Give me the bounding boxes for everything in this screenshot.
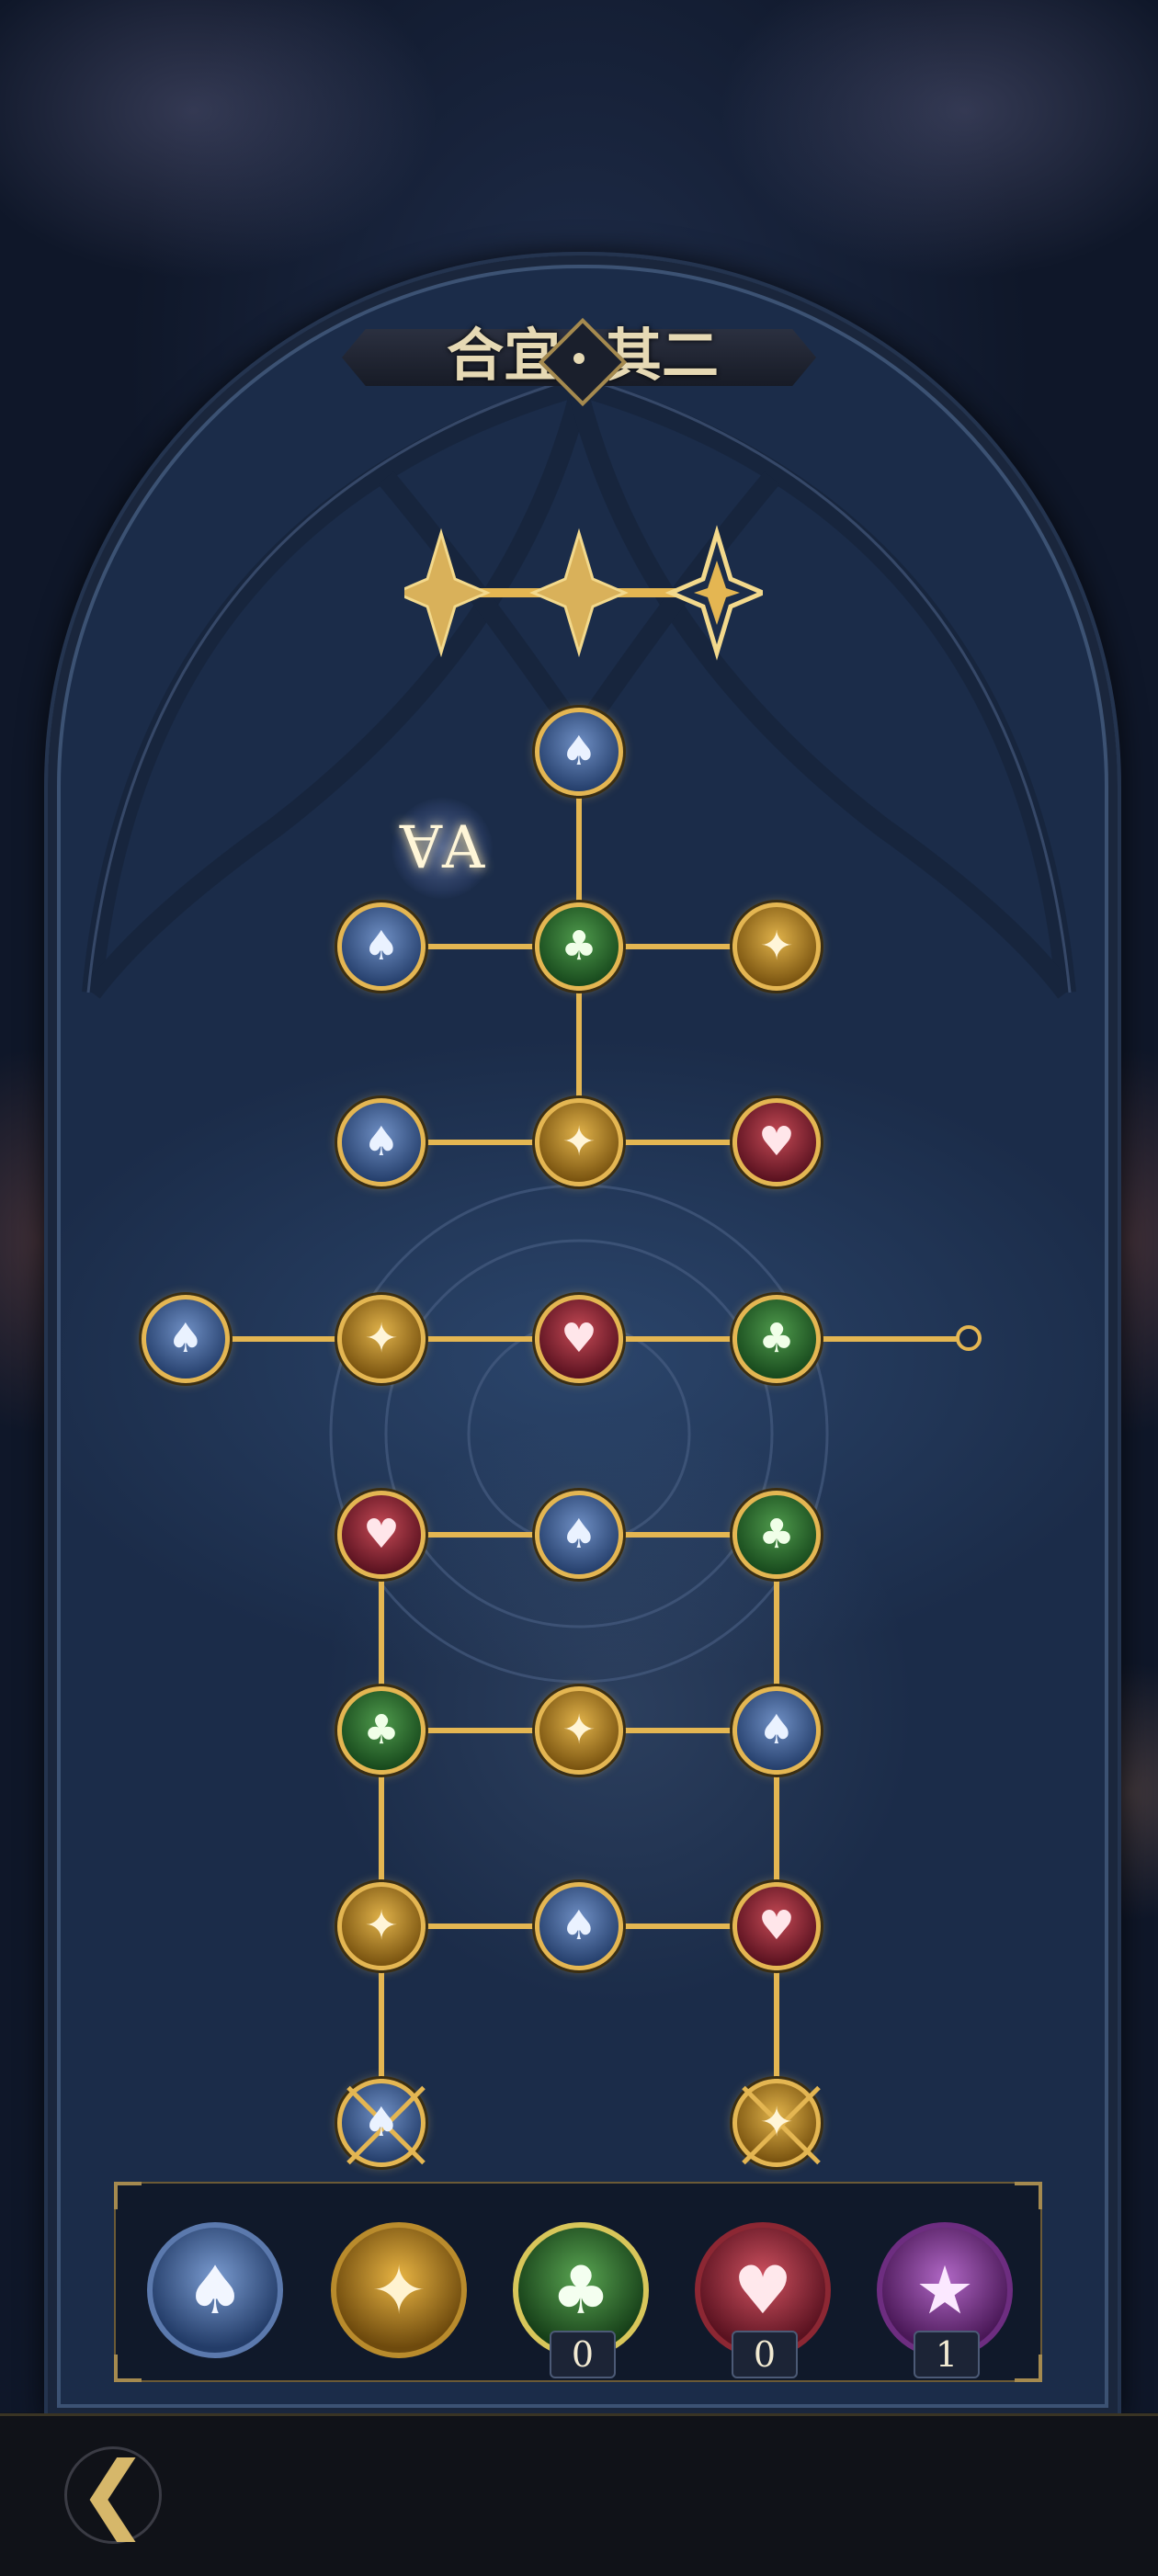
spade-icon: ♠: [561, 1902, 597, 1949]
heart-icon: ♥: [732, 2252, 793, 2329]
rune-icon[interactable]: ⱯA: [392, 798, 493, 899]
corner-ornament: [114, 2182, 142, 2209]
heart-icon: ♥: [561, 1315, 597, 1362]
diamond-icon: ✦: [364, 1902, 399, 1949]
skill-node-club[interactable]: ♣: [337, 1686, 426, 1775]
spade-icon: ♠: [363, 2099, 400, 2146]
club-icon: ♣: [363, 1707, 400, 1753]
skill-node-diamond[interactable]: ✦: [535, 1686, 623, 1775]
spade-icon: ♠: [167, 1315, 204, 1362]
club-icon: ♣: [758, 1315, 795, 1362]
diamond-icon: ✦: [364, 1315, 399, 1362]
club-icon: ♣: [561, 923, 597, 970]
skill-node-diamond[interactable]: ✦: [337, 1882, 426, 1970]
diamond-icon: ✦: [370, 2252, 427, 2329]
skill-node-spade[interactable]: ♠: [535, 708, 623, 796]
skill-node-heart[interactable]: ♥: [535, 1295, 623, 1383]
suit-count-star: 1: [914, 2331, 980, 2378]
skill-node-spade[interactable]: ♠: [142, 1295, 230, 1383]
skill-node-heart[interactable]: ♥: [732, 1882, 821, 1970]
spade-icon: ♠: [363, 923, 400, 970]
suit-count-heart: 0: [732, 2331, 798, 2378]
suit-token-diamond[interactable]: ✦: [331, 2222, 467, 2358]
skill-node-club[interactable]: ♣: [732, 1491, 821, 1579]
spade-icon: ♠: [363, 1118, 400, 1165]
heart-icon: ♥: [758, 1902, 795, 1949]
corner-ornament: [1015, 2182, 1042, 2209]
diamond-icon: ✦: [759, 923, 794, 970]
club-icon: ♣: [551, 2252, 611, 2329]
rune-glyph: ⱯA: [399, 814, 485, 882]
skill-node-spade[interactable]: ♠: [732, 1686, 821, 1775]
tree-endpoint: [956, 1325, 982, 1351]
skill-node-club[interactable]: ♣: [732, 1295, 821, 1383]
skill-node-diamond[interactable]: ✦: [732, 902, 821, 991]
back-arrow-icon: ❮: [77, 2443, 149, 2542]
star-icon: [404, 528, 491, 658]
star-outline-icon: [664, 525, 763, 661]
skill-node-diamond[interactable]: ✦: [732, 2079, 821, 2167]
suit-token-spade[interactable]: ♠: [147, 2222, 283, 2358]
skill-node-spade[interactable]: ♠: [535, 1491, 623, 1579]
heart-icon: ♥: [758, 1118, 795, 1165]
star-icon: [529, 528, 629, 658]
skill-node-heart[interactable]: ♥: [732, 1098, 821, 1186]
spade-icon: ♠: [561, 1511, 597, 1558]
suit-inventory-panel: ♠ ✦ ♣ 0 ♥ 0 ★ 1: [114, 2182, 1042, 2382]
title-emblem-dot: [573, 353, 585, 364]
bottom-bar: [0, 2413, 1158, 2576]
corner-ornament: [1015, 2355, 1042, 2382]
heart-icon: ♥: [363, 1511, 400, 1558]
skill-node-heart[interactable]: ♥: [337, 1491, 426, 1579]
star-icon: ★: [914, 2252, 975, 2329]
skill-node-spade[interactable]: ♠: [337, 1098, 426, 1186]
diamond-icon: ✦: [562, 1118, 596, 1165]
spade-icon: ♠: [185, 2252, 245, 2329]
skill-node-club[interactable]: ♣: [535, 902, 623, 991]
club-icon: ♣: [758, 1511, 795, 1558]
suit-count-club: 0: [550, 2331, 616, 2378]
skill-node-spade[interactable]: ♠: [337, 2079, 426, 2167]
spade-icon: ♠: [561, 728, 597, 775]
back-button[interactable]: ❮: [53, 2437, 173, 2548]
corner-ornament: [114, 2355, 142, 2382]
progress-stars: [404, 525, 763, 661]
skill-node-spade[interactable]: ♠: [535, 1882, 623, 1970]
diamond-icon: ✦: [562, 1707, 596, 1753]
spade-icon: ♠: [758, 1707, 795, 1753]
skill-node-diamond[interactable]: ✦: [337, 1295, 426, 1383]
diamond-icon: ✦: [759, 2099, 794, 2146]
skill-node-spade[interactable]: ♠: [337, 902, 426, 991]
skill-node-diamond[interactable]: ✦: [535, 1098, 623, 1186]
